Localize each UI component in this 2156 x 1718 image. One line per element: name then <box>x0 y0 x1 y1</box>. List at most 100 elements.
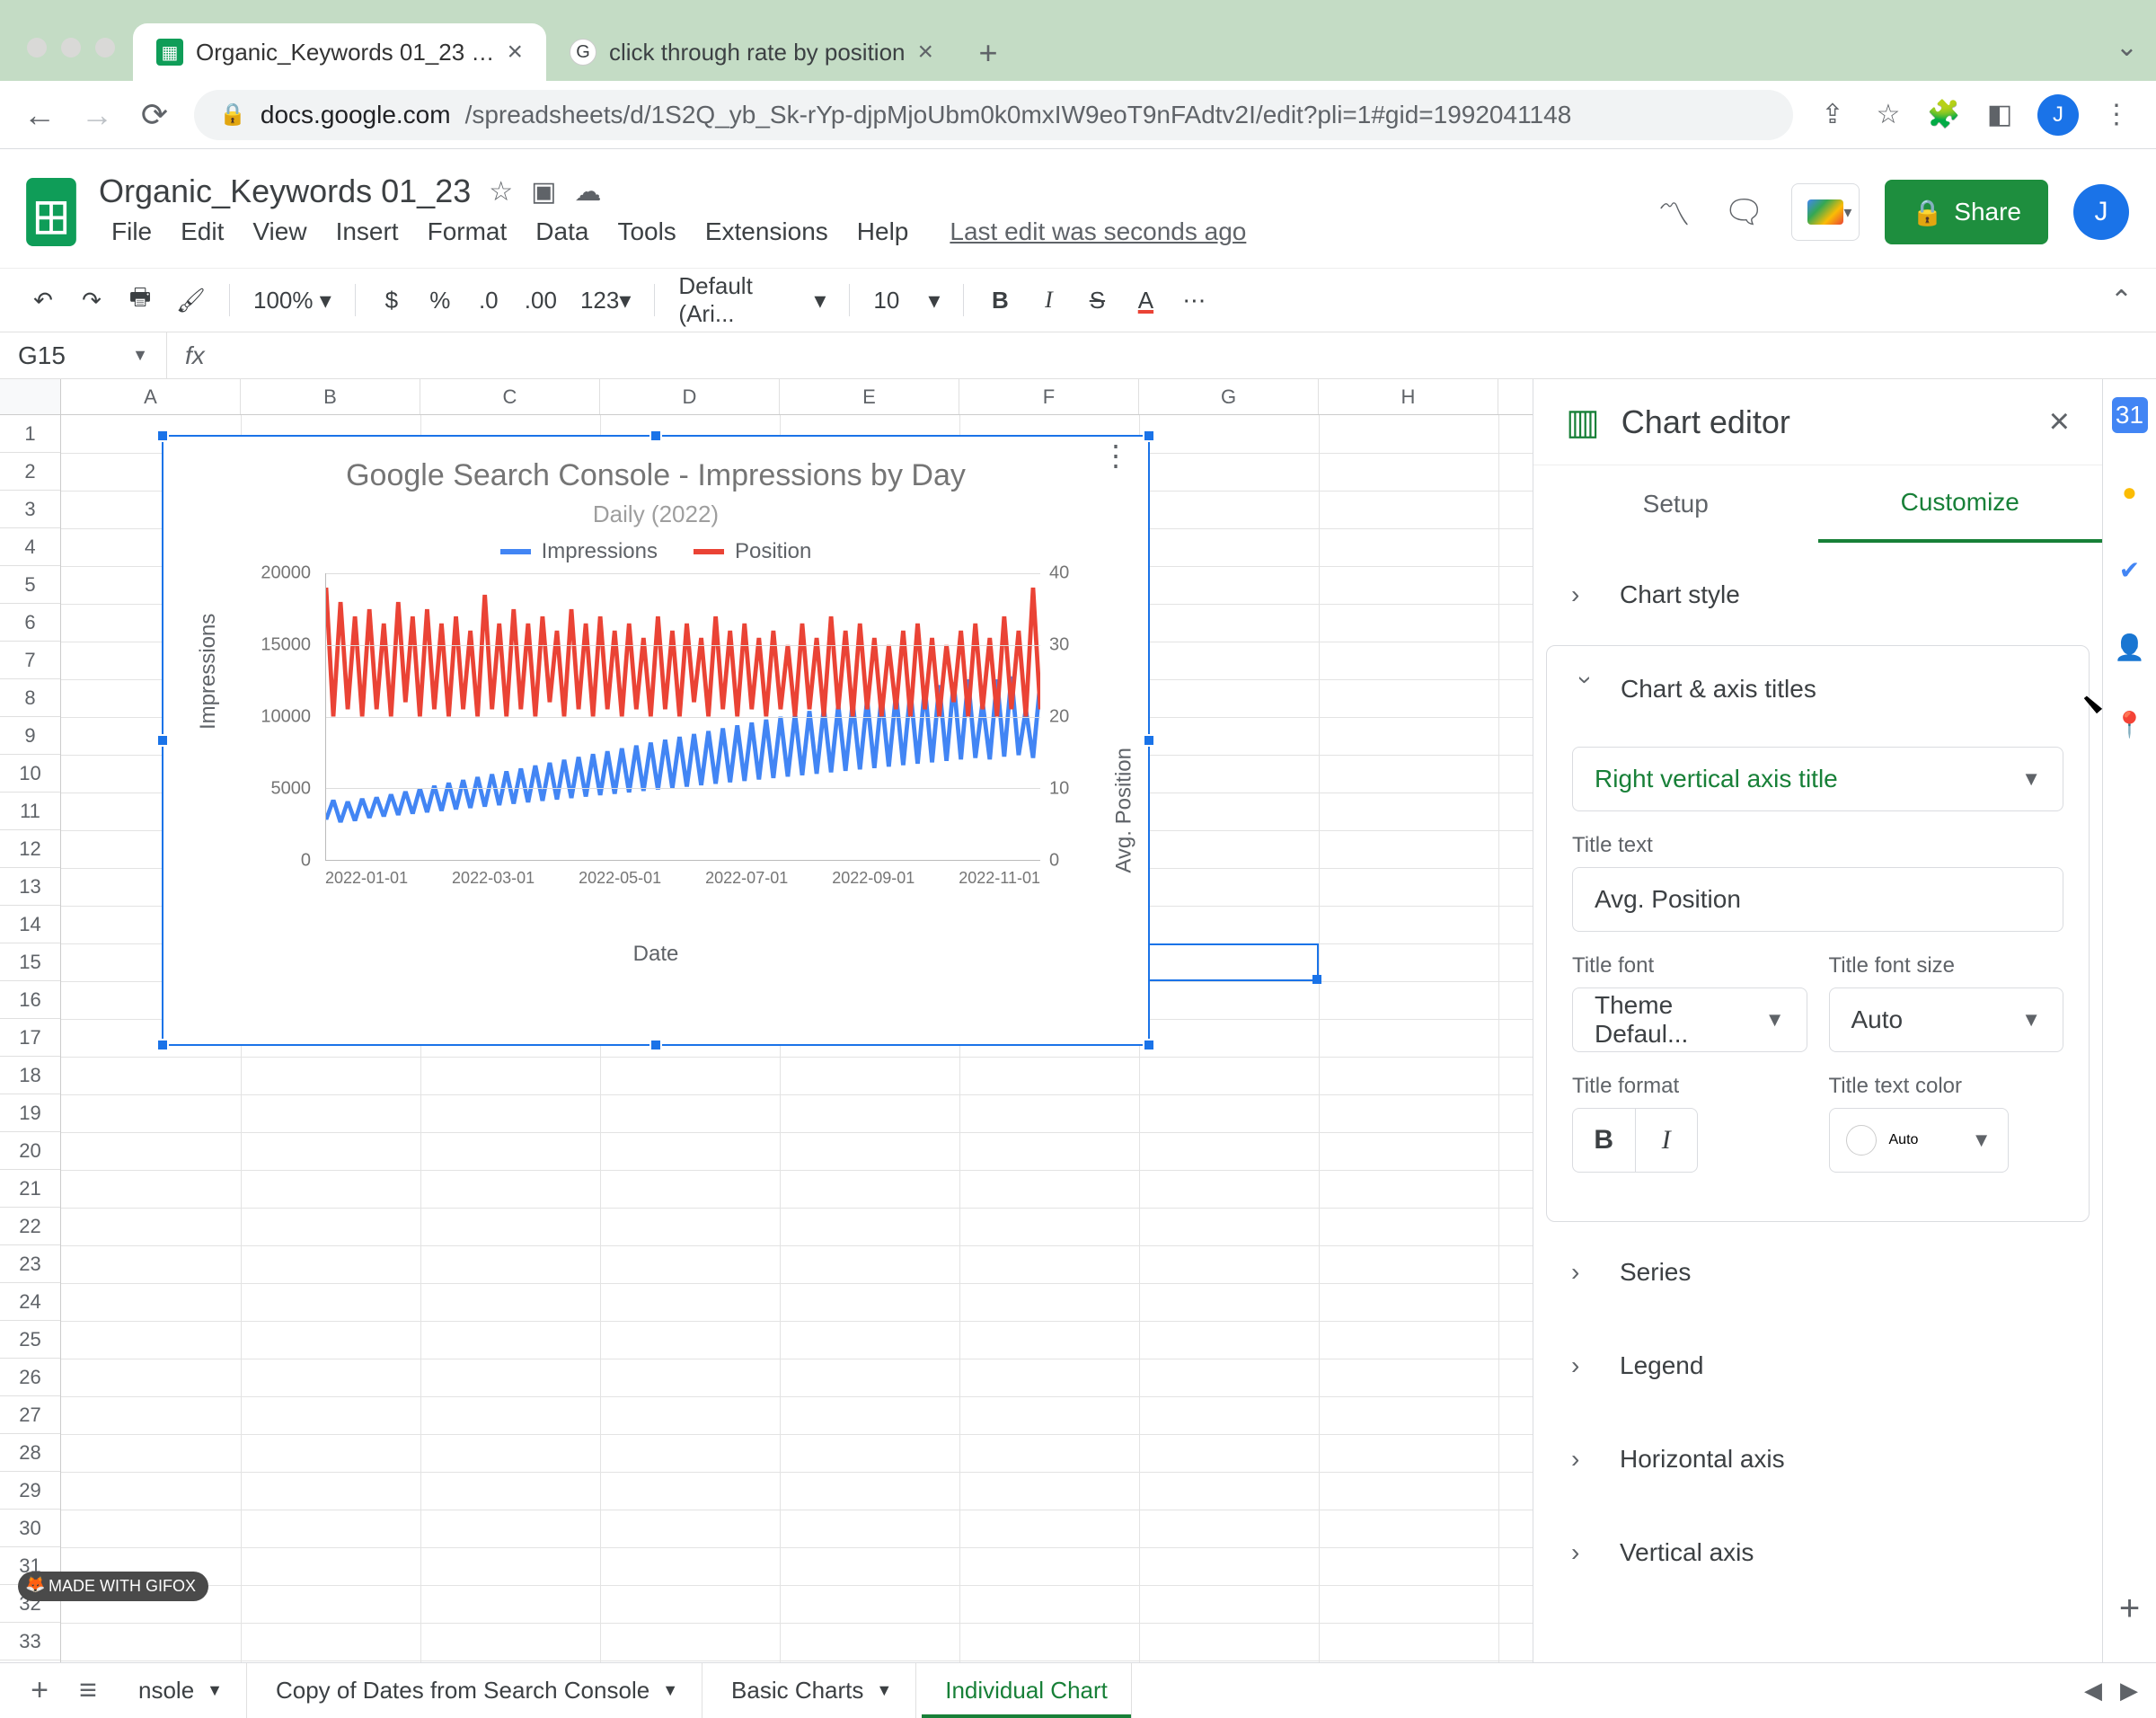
title-font-size-select[interactable]: Auto▼ <box>1829 987 2064 1052</box>
row-header[interactable]: 18 <box>0 1057 60 1094</box>
row-header[interactable]: 29 <box>0 1472 60 1510</box>
traffic-light-close[interactable] <box>27 38 47 58</box>
close-sidebar-icon[interactable]: × <box>2049 402 2070 442</box>
title-font-select[interactable]: Theme Defaul...▼ <box>1572 987 1807 1052</box>
calendar-icon[interactable]: 31 <box>2112 397 2148 433</box>
paint-format-button[interactable]: 🖌 <box>169 280 213 320</box>
col-header[interactable]: A <box>61 379 241 414</box>
resize-handle-w[interactable] <box>156 734 169 747</box>
tasks-icon[interactable]: ✔ <box>2112 552 2148 588</box>
zoom-select[interactable]: 100% ▾ <box>246 280 339 320</box>
row-header[interactable]: 15 <box>0 943 60 981</box>
title-color-select[interactable]: Auto ▼ <box>1829 1108 2009 1173</box>
keep-icon[interactable]: ● <box>2112 474 2148 510</box>
row-header[interactable]: 7 <box>0 642 60 679</box>
sheet-tab-active[interactable]: Individual Chart <box>922 1663 1132 1718</box>
activity-icon[interactable]: 〽 <box>1651 190 1696 235</box>
text-color-button[interactable]: A <box>1126 280 1165 320</box>
new-tab-button[interactable]: + <box>966 31 1011 75</box>
share-icon[interactable]: ⇪ <box>1815 99 1851 130</box>
col-header[interactable]: H <box>1319 379 1498 414</box>
title-text-input[interactable]: Avg. Position <box>1572 867 2063 932</box>
dec-decrease-button[interactable]: .0 <box>469 280 508 320</box>
share-button[interactable]: 🔒 Share <box>1885 180 2048 244</box>
comments-icon[interactable]: 🗨 <box>1721 190 1766 235</box>
row-header[interactable]: 3 <box>0 491 60 528</box>
undo-button[interactable]: ↶ <box>23 280 63 320</box>
selected-cell[interactable] <box>1139 943 1319 981</box>
collapse-toolbar-icon[interactable]: ⌃ <box>2110 285 2133 316</box>
account-avatar[interactable]: J <box>2073 184 2129 240</box>
menu-data[interactable]: Data <box>523 212 601 252</box>
section-legend[interactable]: ›Legend <box>1546 1323 2090 1409</box>
row-header[interactable]: 30 <box>0 1510 60 1547</box>
row-header[interactable]: 26 <box>0 1359 60 1396</box>
row-header[interactable]: 1 <box>0 415 60 453</box>
section-horizontal-axis[interactable]: ›Horizontal axis <box>1546 1416 2090 1502</box>
maps-icon[interactable]: 📍 <box>2112 706 2148 742</box>
browser-tab-inactive[interactable]: G click through rate by position × <box>546 23 957 81</box>
menu-format[interactable]: Format <box>415 212 520 252</box>
embedded-chart[interactable]: ⋮ Google Search Console - Impressions by… <box>162 435 1150 1046</box>
row-header[interactable]: 27 <box>0 1396 60 1434</box>
star-icon[interactable]: ☆ <box>489 176 513 208</box>
row-header[interactable]: 10 <box>0 755 60 793</box>
tab-customize[interactable]: Customize <box>1818 465 2103 543</box>
address-bar[interactable]: 🔒 docs.google.com/spreadsheets/d/1S2Q_yb… <box>194 90 1793 140</box>
tabs-dropdown-icon[interactable]: ⌄ <box>2116 31 2138 63</box>
reload-button[interactable]: ⟳ <box>137 97 172 133</box>
sheets-logo[interactable] <box>18 167 84 257</box>
sheet-tab[interactable]: Basic Charts ▼ <box>708 1663 916 1718</box>
row-header[interactable]: 21 <box>0 1170 60 1208</box>
sheet-tab[interactable]: nsole ▼ <box>115 1663 247 1718</box>
add-sheet-button[interactable]: + <box>18 1673 61 1708</box>
percent-button[interactable]: % <box>420 280 460 320</box>
row-header[interactable]: 19 <box>0 1094 60 1132</box>
more-formats-button[interactable]: 123▾ <box>573 280 638 320</box>
section-chart-axis-titles[interactable]: ›Chart & axis titles <box>1547 646 2089 732</box>
menu-insert[interactable]: Insert <box>323 212 411 252</box>
col-header[interactable]: C <box>420 379 600 414</box>
row-header[interactable]: 16 <box>0 981 60 1019</box>
row-header[interactable]: 23 <box>0 1245 60 1283</box>
row-header[interactable]: 9 <box>0 717 60 755</box>
contacts-icon[interactable]: 👤 <box>2112 629 2148 665</box>
bold-toggle[interactable]: B <box>1573 1109 1636 1172</box>
resize-handle-ne[interactable] <box>1143 430 1155 442</box>
section-chart-style[interactable]: ›Chart style <box>1546 552 2090 638</box>
scroll-tabs-left[interactable]: ◀ <box>2084 1677 2102 1705</box>
resize-handle-s[interactable] <box>649 1039 662 1051</box>
col-header[interactable]: F <box>959 379 1139 414</box>
meet-button[interactable]: ▾ <box>1791 183 1860 241</box>
tab-setup[interactable]: Setup <box>1533 465 1818 543</box>
row-header[interactable]: 14 <box>0 906 60 943</box>
menu-help[interactable]: Help <box>844 212 922 252</box>
all-sheets-button[interactable]: ≡ <box>66 1673 110 1708</box>
italic-button[interactable]: I <box>1029 280 1068 320</box>
font-select[interactable]: Default (Ari...▾ <box>671 280 833 320</box>
traffic-light-min[interactable] <box>61 38 81 58</box>
menu-edit[interactable]: Edit <box>168 212 236 252</box>
row-header[interactable]: 13 <box>0 868 60 906</box>
row-header[interactable]: 25 <box>0 1321 60 1359</box>
sidepanel-icon[interactable]: ◧ <box>1982 99 2018 130</box>
name-box[interactable]: G15▼ <box>0 332 167 378</box>
title-type-select[interactable]: Right vertical axis title▼ <box>1572 747 2063 811</box>
traffic-light-max[interactable] <box>95 38 115 58</box>
close-tab-icon[interactable]: × <box>507 37 523 67</box>
menu-tools[interactable]: Tools <box>605 212 688 252</box>
fill-handle[interactable] <box>1312 975 1321 984</box>
kebab-menu-icon[interactable]: ⋮ <box>2099 99 2134 130</box>
row-header[interactable]: 17 <box>0 1019 60 1057</box>
resize-handle-nw[interactable] <box>156 430 169 442</box>
row-header[interactable]: 33 <box>0 1623 60 1660</box>
close-tab-icon[interactable]: × <box>918 37 934 67</box>
redo-button[interactable]: ↷ <box>72 280 111 320</box>
row-header[interactable]: 6 <box>0 604 60 642</box>
row-header[interactable]: 28 <box>0 1434 60 1472</box>
col-header[interactable]: B <box>241 379 420 414</box>
resize-handle-e[interactable] <box>1143 734 1155 747</box>
resize-handle-sw[interactable] <box>156 1039 169 1051</box>
profile-avatar[interactable]: J <box>2037 94 2079 136</box>
extensions-icon[interactable]: 🧩 <box>1926 99 1962 130</box>
